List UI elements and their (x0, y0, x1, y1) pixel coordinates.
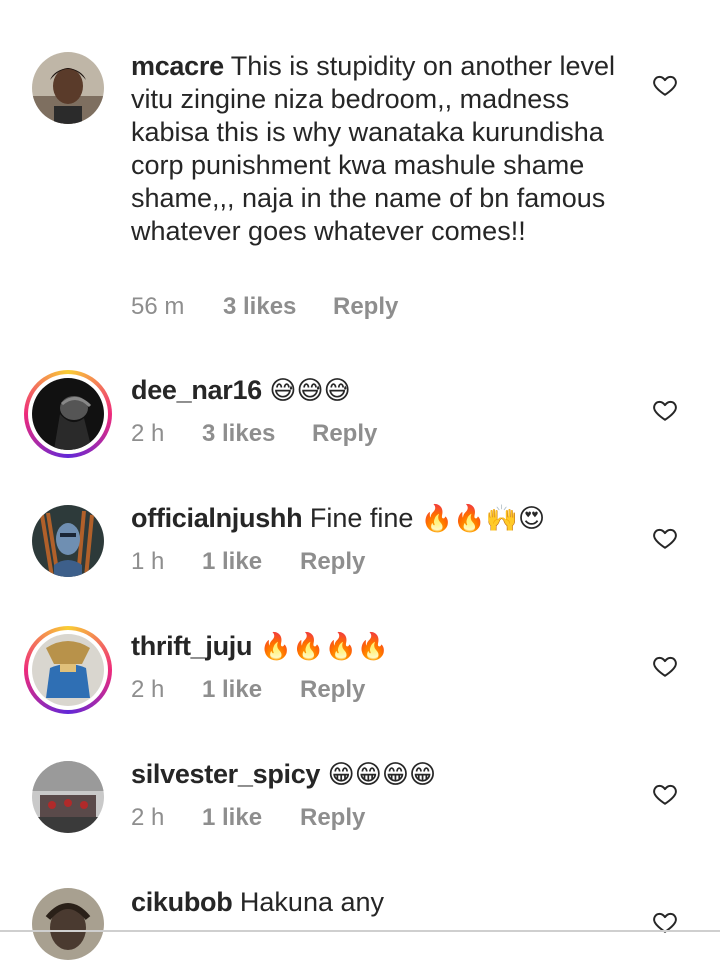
reply-button[interactable]: Reply (300, 804, 365, 832)
comment-time: 2 h (131, 804, 165, 831)
reply-button[interactable]: Reply (300, 676, 365, 704)
reply-button[interactable]: Reply (333, 293, 398, 321)
comment-emoji: 🔥🔥🔥🔥 (259, 632, 390, 662)
avatar[interactable] (32, 52, 104, 124)
avatar-story-ring[interactable] (24, 626, 112, 714)
comment-meta: 2 h 1 like Reply (131, 676, 365, 704)
avatar-image (32, 52, 104, 124)
comment-emoji: 😁😁😁😁 (327, 760, 437, 790)
avatar-image (32, 505, 104, 577)
comment-meta: 2 h 3 likes Reply (131, 420, 377, 448)
comment-username[interactable]: silvester_spicy (131, 759, 320, 789)
comment-likes[interactable]: 1 like (202, 804, 300, 832)
comment-emoji: 😅😅😅 (269, 376, 351, 406)
comment-meta: 56 m 3 likes Reply (131, 293, 398, 321)
avatar-story-ring[interactable] (24, 370, 112, 458)
comment-text-block: cikubob Hakuna any (131, 886, 631, 919)
comment-username[interactable]: cikubob (131, 887, 233, 917)
comment-text-block: thrift_juju 🔥🔥🔥🔥 (131, 630, 631, 664)
comment-time: 56 m (131, 293, 185, 320)
avatar[interactable] (32, 505, 104, 577)
avatar[interactable] (32, 761, 104, 833)
reply-button[interactable]: Reply (300, 548, 365, 576)
comment-likes[interactable]: 3 likes (223, 293, 333, 321)
heart-outline-icon[interactable] (652, 72, 678, 98)
comment-time: 2 h (131, 420, 165, 447)
avatar-image (32, 378, 104, 450)
avatar-image (32, 888, 104, 960)
comment-text-block: silvester_spicy 😁😁😁😁 (131, 758, 631, 792)
bottom-divider (0, 930, 720, 932)
comment-username[interactable]: mcacre (131, 51, 224, 81)
comment-body: Hakuna any (239, 887, 385, 917)
comment-time: 1 h (131, 548, 165, 575)
comment-likes[interactable]: 1 like (202, 548, 300, 576)
comment-text-block: mcacre This is stupidity on another leve… (131, 50, 631, 248)
heart-outline-icon[interactable] (652, 525, 678, 551)
comment-time: 2 h (131, 676, 165, 703)
comment-likes[interactable]: 3 likes (202, 420, 312, 448)
comment-username[interactable]: dee_nar16 (131, 375, 262, 405)
comment-emoji: 🔥🔥🙌😍 (420, 504, 546, 534)
reply-button[interactable]: Reply (312, 420, 377, 448)
heart-outline-icon[interactable] (652, 397, 678, 423)
avatar[interactable] (32, 888, 104, 960)
comment-text-block: dee_nar16 😅😅😅 (131, 374, 631, 408)
comment-username[interactable]: officialnjushh (131, 503, 303, 533)
avatar-image (32, 634, 104, 706)
comment-meta: 1 h 1 like Reply (131, 548, 365, 576)
comment-likes[interactable]: 1 like (202, 676, 300, 704)
comment-meta: 2 h 1 like Reply (131, 804, 365, 832)
avatar-image (32, 761, 104, 833)
comment-username[interactable]: thrift_juju (131, 631, 252, 661)
comment-body: Fine fine (309, 503, 414, 533)
heart-outline-icon[interactable] (652, 653, 678, 679)
heart-outline-icon[interactable] (652, 781, 678, 807)
comment-text-block: officialnjushh Fine fine 🔥🔥🙌😍 (131, 502, 631, 536)
